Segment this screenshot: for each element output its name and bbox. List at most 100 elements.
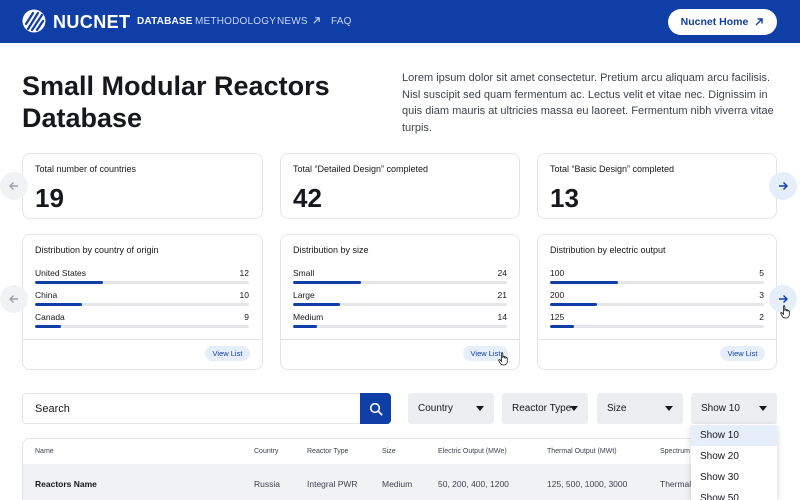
distribution-bar-track	[550, 325, 764, 328]
view-list-button[interactable]: View List	[205, 346, 250, 361]
hand-cursor-icon	[780, 305, 790, 319]
distribution-bar-fill	[293, 303, 341, 306]
distribution-count: 10	[239, 290, 249, 300]
stat-card-basic-design: Total “Basic Design” completed 13	[537, 153, 777, 219]
distribution-bar-fill	[550, 325, 574, 328]
stat-card-detailed-design: Total “Detailed Design” completed 42	[280, 153, 520, 219]
stat-value: 19	[35, 183, 64, 213]
distribution-count: 5	[759, 268, 764, 278]
table-header-row: Name Country Reactor Type Size Electric …	[23, 439, 776, 464]
cell-spectrum: Thermal	[660, 479, 692, 489]
arrow-right-icon	[779, 295, 788, 303]
distribution-bar-fill	[550, 303, 598, 306]
distribution-count: 21	[497, 290, 507, 300]
distribution-bar-fill	[293, 325, 317, 328]
table-row[interactable]: Reactors Name Russia Integral PWR Medium…	[23, 464, 776, 500]
distribution-count: 24	[497, 268, 507, 278]
intro-text: Lorem ipsum dolor sit amet consectetur. …	[402, 72, 774, 134]
size-select-value: Size	[607, 403, 627, 414]
stat-value: 13	[550, 183, 579, 213]
stat-label: Total number of countries	[35, 164, 137, 174]
column-header-size[interactable]: Size	[382, 448, 396, 455]
column-header-thermal-output[interactable]: Thermal Output (MWt)	[547, 448, 617, 455]
distribution-card-size: Distribution by size Small 24 Large 21 M…	[280, 234, 520, 370]
distribution-title: Distribution by size	[293, 245, 369, 255]
distribution-bar-fill	[35, 303, 83, 306]
cell-electric-output: 50, 200, 400, 1200	[438, 479, 509, 489]
dropdown-option-show-30[interactable]: Show 30	[691, 467, 777, 488]
distribution-bar-track	[293, 281, 507, 284]
page-title: Small Modular Reactors Database	[22, 71, 330, 133]
card-divider	[538, 339, 776, 340]
nav-news[interactable]: NEWS	[277, 16, 321, 28]
column-header-country[interactable]: Country	[254, 448, 279, 455]
distribution-name: Large	[293, 290, 315, 300]
cell-name[interactable]: Reactors Name	[35, 479, 97, 489]
card-divider	[23, 339, 262, 340]
reactors-table: Name Country Reactor Type Size Electric …	[22, 438, 777, 500]
distribution-name: Small	[293, 268, 315, 278]
caret-down-icon	[570, 406, 578, 411]
search-button[interactable]	[360, 393, 391, 424]
dropdown-option-show-20[interactable]: Show 20	[691, 446, 777, 467]
stat-label: Total “Detailed Design” completed	[293, 164, 429, 174]
arrow-left-icon	[9, 295, 18, 303]
search-input[interactable]: Search	[22, 393, 360, 424]
nav-faq[interactable]: FAQ	[331, 16, 352, 28]
brand-name[interactable]: NUCNET	[53, 12, 130, 32]
carousel-prev-button[interactable]	[0, 172, 28, 200]
column-header-reactor-type[interactable]: Reactor Type	[307, 448, 349, 455]
nav-news-label: NEWS	[277, 16, 308, 27]
distribution-title: Distribution by electric output	[550, 245, 666, 255]
stat-label: Total “Basic Design” completed	[550, 164, 675, 174]
distribution-name: China	[35, 290, 58, 300]
distribution-name: United States	[35, 268, 87, 278]
distribution-title: Distribution by country of origin	[35, 245, 159, 255]
cell-size: Medium	[382, 479, 413, 489]
distribution-count: 2	[759, 312, 764, 322]
distribution-bar-fill	[550, 281, 619, 284]
top-nav-bar: NUCNET DATABASE METHODOLOGY NEWS FAQ Nuc…	[0, 0, 800, 43]
carousel-next-button[interactable]	[769, 172, 797, 200]
distribution-card-country: Distribution by country of origin United…	[22, 234, 263, 370]
reactor-type-select[interactable]: Reactor Type	[502, 393, 588, 424]
country-select[interactable]: Country	[408, 393, 494, 424]
distribution-bar-track	[35, 325, 249, 328]
distribution-bar-track	[550, 281, 764, 284]
distribution-bar-track	[35, 281, 249, 284]
column-header-name[interactable]: Name	[35, 448, 54, 455]
column-header-electric-output[interactable]: Electric Output (MWe)	[438, 448, 507, 455]
dropdown-option-show-10[interactable]: Show 10	[691, 425, 777, 446]
nav-methodology[interactable]: METHODOLOGY	[195, 16, 276, 28]
nucnet-logo-icon[interactable]	[22, 9, 46, 33]
distribution-name: Medium	[293, 312, 324, 322]
cell-country: Russia	[254, 479, 280, 489]
nucnet-home-label: Nucnet Home	[680, 16, 749, 28]
card-divider	[281, 339, 519, 340]
carousel-prev-button[interactable]	[0, 285, 28, 313]
caret-down-icon	[476, 406, 484, 411]
distribution-name: 200	[550, 290, 565, 300]
distribution-bar-track	[550, 303, 764, 306]
reactor-type-select-value: Reactor Type	[512, 403, 572, 414]
distribution-name: Canada	[35, 312, 65, 322]
distribution-name: 125	[550, 312, 565, 322]
distribution-card-electric-output: Distribution by electric output 100 5 20…	[537, 234, 777, 370]
view-list-button[interactable]: View List	[720, 346, 765, 361]
distribution-count: 9	[244, 312, 249, 322]
distribution-count: 3	[759, 290, 764, 300]
distribution-bar-track	[35, 303, 249, 306]
column-header-spectrum[interactable]: Spectrum	[660, 448, 690, 455]
nucnet-home-button[interactable]: Nucnet Home	[668, 9, 777, 35]
country-select-value: Country	[418, 403, 454, 414]
nav-database[interactable]: DATABASE	[137, 16, 193, 28]
distribution-name: 100	[550, 268, 565, 278]
search-icon	[369, 402, 382, 415]
show-count-select-value: Show 10	[701, 403, 740, 414]
show-count-select[interactable]: Show 10	[691, 393, 777, 424]
distribution-count: 14	[497, 312, 507, 322]
show-count-dropdown: Show 10 Show 20 Show 30 Show 50	[691, 424, 777, 500]
dropdown-option-show-50[interactable]: Show 50	[691, 488, 777, 500]
cell-reactor-type: Integral PWR	[307, 479, 358, 489]
size-select[interactable]: Size	[597, 393, 683, 424]
